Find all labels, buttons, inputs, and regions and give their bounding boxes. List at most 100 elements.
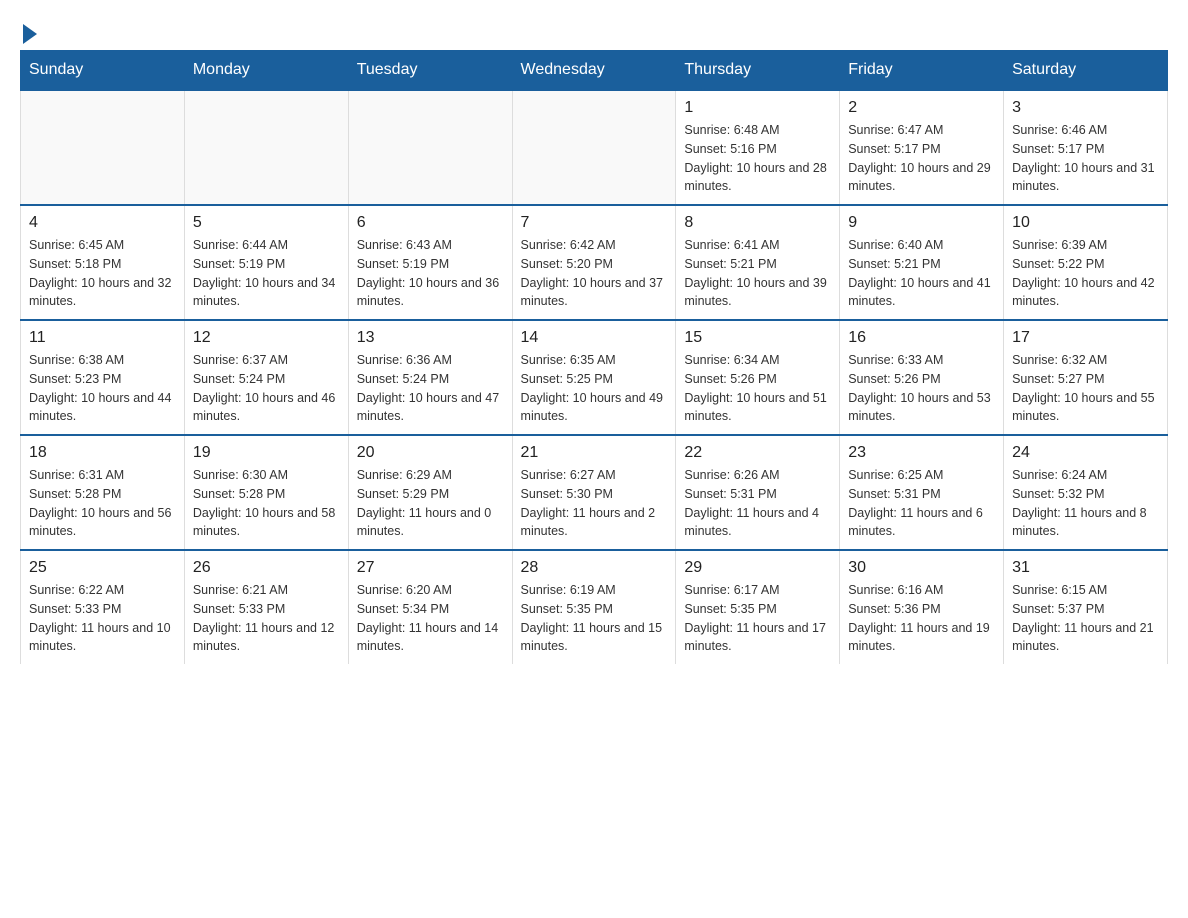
table-row: 29Sunrise: 6:17 AMSunset: 5:35 PMDayligh…	[676, 550, 840, 664]
table-row: 21Sunrise: 6:27 AMSunset: 5:30 PMDayligh…	[512, 435, 676, 550]
day-number: 10	[1012, 214, 1159, 232]
day-info: Sunrise: 6:26 AMSunset: 5:31 PMDaylight:…	[684, 466, 831, 541]
table-row: 4 Sunrise: 6:45 AMSunset: 5:18 PMDaylight…	[21, 205, 185, 320]
day-number: 26	[193, 559, 340, 577]
day-number: 13	[357, 329, 504, 347]
day-info: Sunrise: 6:34 AMSunset: 5:26 PMDaylight:…	[684, 351, 831, 426]
header-monday: Monday	[184, 51, 348, 91]
table-row	[512, 90, 676, 205]
day-number: 27	[357, 559, 504, 577]
day-info: Sunrise: 6:44 AMSunset: 5:19 PMDaylight:…	[193, 236, 340, 311]
table-row: 6 Sunrise: 6:43 AMSunset: 5:19 PMDaylight…	[348, 205, 512, 320]
table-row	[184, 90, 348, 205]
day-info: Sunrise: 6:31 AMSunset: 5:28 PMDaylight:…	[29, 466, 176, 541]
day-number: 29	[684, 559, 831, 577]
day-info: Sunrise: 6:40 AMSunset: 5:21 PMDaylight:…	[848, 236, 995, 311]
table-row: 30 Sunrise: 6:16 AMSunset: 5:36 PMDayligh…	[840, 550, 1004, 664]
day-info: Sunrise: 6:45 AMSunset: 5:18 PMDaylight:…	[29, 236, 176, 311]
day-number: 9	[848, 214, 995, 232]
day-info: Sunrise: 6:21 AMSunset: 5:33 PMDaylight:…	[193, 581, 340, 656]
day-info: Sunrise: 6:33 AMSunset: 5:26 PMDaylight:…	[848, 351, 995, 426]
header-saturday: Saturday	[1004, 51, 1168, 91]
day-number: 2	[848, 99, 995, 117]
table-row: 3 Sunrise: 6:46 AMSunset: 5:17 PMDaylight…	[1004, 90, 1168, 205]
table-row: 15 Sunrise: 6:34 AMSunset: 5:26 PMDayligh…	[676, 320, 840, 435]
table-row: 10 Sunrise: 6:39 AMSunset: 5:22 PMDayligh…	[1004, 205, 1168, 320]
table-row: 11Sunrise: 6:38 AMSunset: 5:23 PMDayligh…	[21, 320, 185, 435]
day-number: 6	[357, 214, 504, 232]
day-number: 23	[848, 444, 995, 462]
calendar-table: Sunday Monday Tuesday Wednesday Thursday…	[20, 50, 1168, 664]
day-info: Sunrise: 6:41 AMSunset: 5:21 PMDaylight:…	[684, 236, 831, 311]
logo-arrow-icon	[23, 24, 37, 44]
logo	[20, 20, 37, 38]
table-row: 19Sunrise: 6:30 AMSunset: 5:28 PMDayligh…	[184, 435, 348, 550]
day-info: Sunrise: 6:42 AMSunset: 5:20 PMDaylight:…	[521, 236, 668, 311]
day-info: Sunrise: 6:15 AMSunset: 5:37 PMDaylight:…	[1012, 581, 1159, 656]
day-number: 12	[193, 329, 340, 347]
table-row: 16 Sunrise: 6:33 AMSunset: 5:26 PMDayligh…	[840, 320, 1004, 435]
day-info: Sunrise: 6:43 AMSunset: 5:19 PMDaylight:…	[357, 236, 504, 311]
day-info: Sunrise: 6:38 AMSunset: 5:23 PMDaylight:…	[29, 351, 176, 426]
day-number: 1	[684, 99, 831, 117]
day-info: Sunrise: 6:22 AMSunset: 5:33 PMDaylight:…	[29, 581, 176, 656]
day-info: Sunrise: 6:32 AMSunset: 5:27 PMDaylight:…	[1012, 351, 1159, 426]
day-info: Sunrise: 6:46 AMSunset: 5:17 PMDaylight:…	[1012, 121, 1159, 196]
table-row: 2 Sunrise: 6:47 AMSunset: 5:17 PMDaylight…	[840, 90, 1004, 205]
day-number: 20	[357, 444, 504, 462]
calendar-week-row: 1 Sunrise: 6:48 AMSunset: 5:16 PMDaylight…	[21, 90, 1168, 205]
header-wednesday: Wednesday	[512, 51, 676, 91]
day-number: 18	[29, 444, 176, 462]
day-number: 25	[29, 559, 176, 577]
header-friday: Friday	[840, 51, 1004, 91]
day-number: 14	[521, 329, 668, 347]
day-info: Sunrise: 6:20 AMSunset: 5:34 PMDaylight:…	[357, 581, 504, 656]
day-info: Sunrise: 6:48 AMSunset: 5:16 PMDaylight:…	[684, 121, 831, 196]
header-thursday: Thursday	[676, 51, 840, 91]
day-number: 15	[684, 329, 831, 347]
table-row: 27 Sunrise: 6:20 AMSunset: 5:34 PMDayligh…	[348, 550, 512, 664]
day-info: Sunrise: 6:39 AMSunset: 5:22 PMDaylight:…	[1012, 236, 1159, 311]
day-info: Sunrise: 6:30 AMSunset: 5:28 PMDaylight:…	[193, 466, 340, 541]
day-number: 4	[29, 214, 176, 232]
table-row: 31 Sunrise: 6:15 AMSunset: 5:37 PMDayligh…	[1004, 550, 1168, 664]
day-number: 30	[848, 559, 995, 577]
table-row: 20Sunrise: 6:29 AMSunset: 5:29 PMDayligh…	[348, 435, 512, 550]
day-number: 22	[684, 444, 831, 462]
day-number: 24	[1012, 444, 1159, 462]
table-row: 12 Sunrise: 6:37 AMSunset: 5:24 PMDayligh…	[184, 320, 348, 435]
table-row: 9 Sunrise: 6:40 AMSunset: 5:21 PMDaylight…	[840, 205, 1004, 320]
header-sunday: Sunday	[21, 51, 185, 91]
day-info: Sunrise: 6:47 AMSunset: 5:17 PMDaylight:…	[848, 121, 995, 196]
day-number: 7	[521, 214, 668, 232]
day-number: 16	[848, 329, 995, 347]
table-row: 22 Sunrise: 6:26 AMSunset: 5:31 PMDayligh…	[676, 435, 840, 550]
day-info: Sunrise: 6:16 AMSunset: 5:36 PMDaylight:…	[848, 581, 995, 656]
table-row: 28Sunrise: 6:19 AMSunset: 5:35 PMDayligh…	[512, 550, 676, 664]
table-row: 7 Sunrise: 6:42 AMSunset: 5:20 PMDaylight…	[512, 205, 676, 320]
day-info: Sunrise: 6:37 AMSunset: 5:24 PMDaylight:…	[193, 351, 340, 426]
calendar-week-row: 11Sunrise: 6:38 AMSunset: 5:23 PMDayligh…	[21, 320, 1168, 435]
day-number: 28	[521, 559, 668, 577]
calendar-header-row: Sunday Monday Tuesday Wednesday Thursday…	[21, 51, 1168, 91]
calendar-week-row: 4 Sunrise: 6:45 AMSunset: 5:18 PMDaylight…	[21, 205, 1168, 320]
logo-top	[20, 20, 37, 44]
day-number: 31	[1012, 559, 1159, 577]
page-header	[20, 20, 1168, 38]
table-row: 26 Sunrise: 6:21 AMSunset: 5:33 PMDayligh…	[184, 550, 348, 664]
day-info: Sunrise: 6:35 AMSunset: 5:25 PMDaylight:…	[521, 351, 668, 426]
day-number: 3	[1012, 99, 1159, 117]
table-row	[21, 90, 185, 205]
table-row	[348, 90, 512, 205]
table-row: 14 Sunrise: 6:35 AMSunset: 5:25 PMDayligh…	[512, 320, 676, 435]
day-info: Sunrise: 6:25 AMSunset: 5:31 PMDaylight:…	[848, 466, 995, 541]
table-row: 1 Sunrise: 6:48 AMSunset: 5:16 PMDaylight…	[676, 90, 840, 205]
table-row: 5 Sunrise: 6:44 AMSunset: 5:19 PMDaylight…	[184, 205, 348, 320]
day-info: Sunrise: 6:36 AMSunset: 5:24 PMDaylight:…	[357, 351, 504, 426]
day-info: Sunrise: 6:24 AMSunset: 5:32 PMDaylight:…	[1012, 466, 1159, 541]
day-number: 5	[193, 214, 340, 232]
calendar-week-row: 18 Sunrise: 6:31 AMSunset: 5:28 PMDayligh…	[21, 435, 1168, 550]
table-row: 25 Sunrise: 6:22 AMSunset: 5:33 PMDayligh…	[21, 550, 185, 664]
day-number: 21	[521, 444, 668, 462]
day-number: 8	[684, 214, 831, 232]
